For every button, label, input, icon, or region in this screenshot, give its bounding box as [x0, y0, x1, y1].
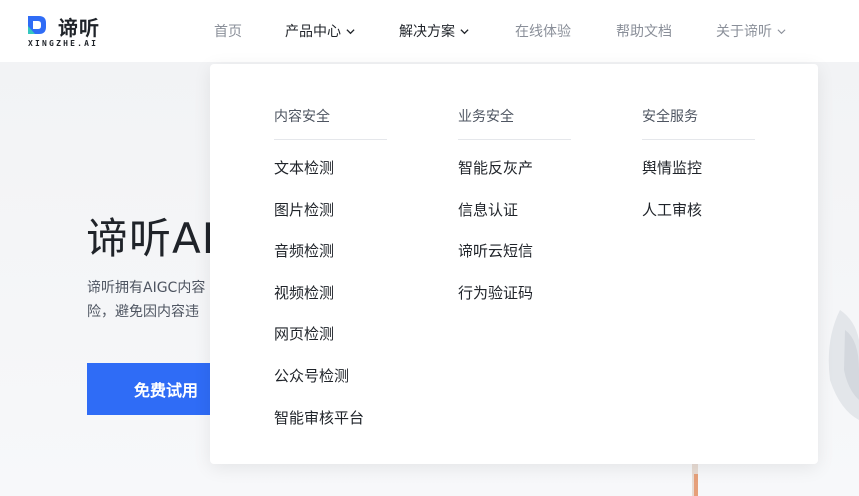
menu-item-video-detection[interactable]: 视频检测 — [274, 282, 387, 324]
nav-item-about[interactable]: 关于谛听 — [716, 21, 786, 41]
menu-column-list: 智能反灰产 信息认证 谛听云短信 行为验证码 — [458, 157, 571, 323]
nav-item-label: 帮助文档 — [616, 24, 672, 40]
menu-item-smart-review-platform[interactable]: 智能审核平台 — [274, 407, 387, 449]
brand-name: 谛听 — [58, 16, 100, 40]
hero-description-line: 谛听拥有AIGC内容 — [87, 280, 206, 296]
menu-item-audio-detection[interactable]: 音频检测 — [274, 240, 387, 282]
menu-column-list: 舆情监控 人工审核 — [642, 157, 755, 240]
chevron-down-icon — [346, 28, 355, 34]
products-dropdown-menu: 内容安全 文本检测 图片检测 音频检测 视频检测 网页检测 公众号检测 智能审核… — [210, 64, 818, 464]
menu-item-cloud-sms[interactable]: 谛听云短信 — [458, 240, 571, 282]
menu-column-title: 业务安全 — [458, 106, 571, 140]
menu-item-official-account-detection[interactable]: 公众号检测 — [274, 365, 387, 407]
menu-item-text-detection[interactable]: 文本检测 — [274, 157, 387, 199]
menu-item-anti-fraud[interactable]: 智能反灰产 — [458, 157, 571, 199]
hero-description: 谛听拥有AIGC内容 险，避免因内容违 — [87, 276, 217, 324]
menu-item-webpage-detection[interactable]: 网页检测 — [274, 323, 387, 365]
chevron-down-icon — [460, 28, 469, 34]
logo-mark-icon — [28, 16, 46, 34]
menu-item-info-verification[interactable]: 信息认证 — [458, 199, 571, 241]
menu-item-behavior-captcha[interactable]: 行为验证码 — [458, 282, 571, 324]
nav-item-label: 在线体验 — [515, 24, 571, 40]
nav-item-label: 关于谛听 — [716, 24, 772, 40]
free-trial-button[interactable]: 免费试用 — [87, 363, 217, 415]
nav-item-online-trial[interactable]: 在线体验 — [515, 21, 571, 41]
nav-item-label: 产品中心 — [285, 24, 341, 40]
nav-item-help-docs[interactable]: 帮助文档 — [616, 21, 672, 41]
menu-column-content-security: 内容安全 文本检测 图片检测 音频检测 视频检测 网页检测 公众号检测 智能审核… — [274, 106, 387, 448]
nav-item-products[interactable]: 产品中心 — [285, 21, 355, 41]
menu-column-title: 内容安全 — [274, 106, 387, 140]
hero-description-line: 险，避免因内容违 — [87, 304, 199, 320]
menu-item-image-detection[interactable]: 图片检测 — [274, 199, 387, 241]
chevron-down-icon — [777, 28, 786, 34]
brand-subtitle: XINGZHE.AI — [28, 39, 99, 48]
menu-column-title: 安全服务 — [642, 106, 755, 140]
hero-illustration-detail — [692, 464, 698, 496]
nav-item-label: 首页 — [214, 24, 242, 40]
menu-item-public-opinion-monitoring[interactable]: 舆情监控 — [642, 157, 755, 199]
nav-item-solutions[interactable]: 解决方案 — [399, 21, 469, 41]
menu-column-security-services: 安全服务 舆情监控 人工审核 — [642, 106, 755, 240]
menu-column-business-security: 业务安全 智能反灰产 信息认证 谛听云短信 行为验证码 — [458, 106, 571, 323]
nav-item-home[interactable]: 首页 — [214, 21, 242, 41]
hero-title: 谛听AI — [86, 214, 216, 263]
menu-column-list: 文本检测 图片检测 音频检测 视频检测 网页检测 公众号检测 智能审核平台 — [274, 157, 387, 448]
nav-item-label: 解决方案 — [399, 24, 455, 40]
menu-item-manual-review[interactable]: 人工审核 — [642, 199, 755, 241]
top-navbar: 谛听 XINGZHE.AI 首页 产品中心 解决方案 在线体验 帮助文档 关于谛… — [0, 0, 859, 62]
